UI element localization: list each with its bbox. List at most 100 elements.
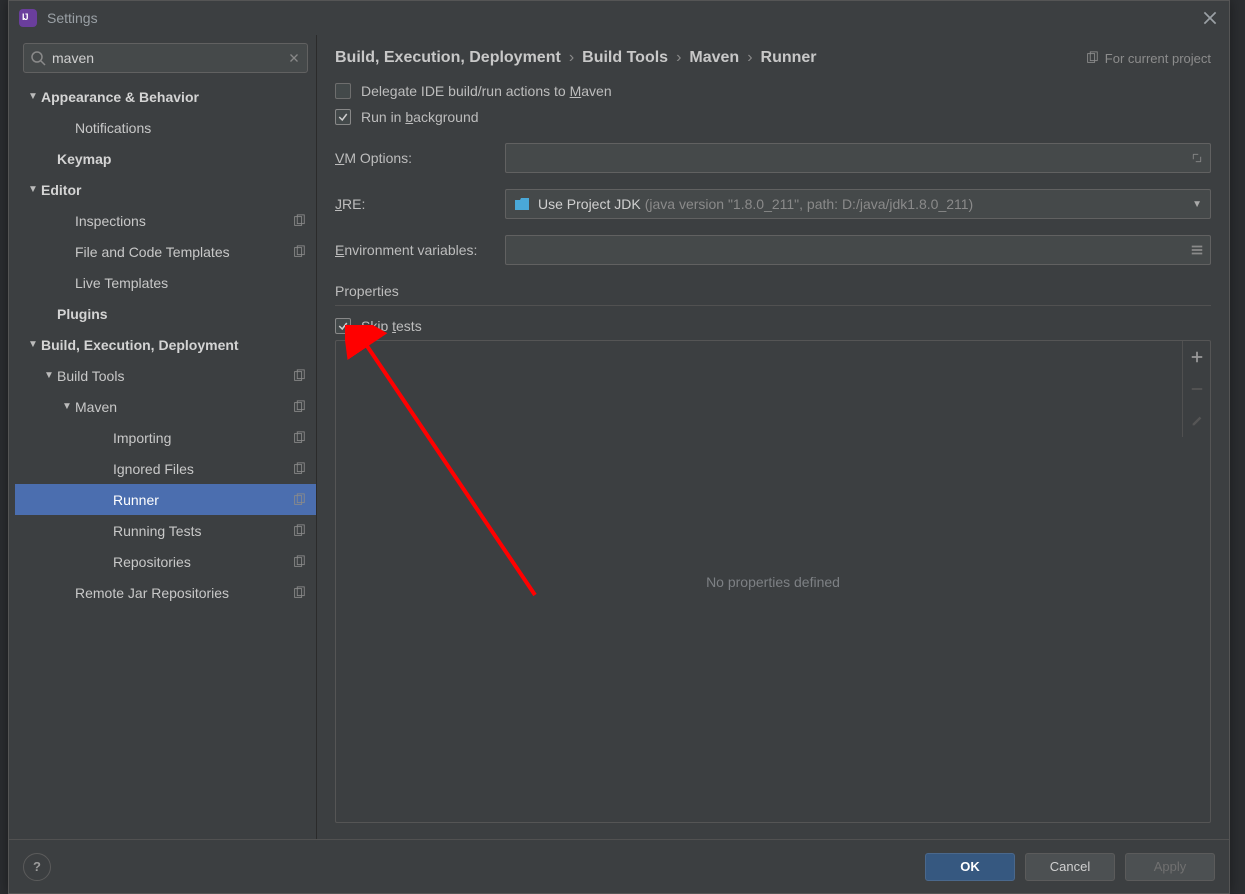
vm-options-row: VM Options: [335,143,1211,173]
env-row: Environment variables: [335,235,1211,265]
copy-icon [292,462,306,476]
copy-icon [292,400,306,414]
project-scope: For current project [1085,51,1211,66]
search-field[interactable] [23,43,308,73]
vm-options-label: VM Options: [335,150,505,166]
copy-icon [292,524,306,538]
run-background-checkbox-row[interactable]: Run in background [335,109,1211,125]
main-panel: Build, Execution, Deployment › Build Tools… [317,35,1229,839]
cancel-button[interactable]: Cancel [1025,853,1115,881]
delegate-label: Delegate IDE build/run actions to Maven [361,83,612,99]
expand-icon[interactable] [1190,151,1204,165]
copy-icon [292,369,306,383]
tree-item[interactable]: Runner [15,484,316,515]
tree-item[interactable]: ▼Appearance & Behavior [15,81,316,112]
copy-icon [292,493,306,507]
skip-tests-label: Skip tests [361,318,422,334]
tree-item[interactable]: Keymap [15,143,316,174]
tree-item-label: Keymap [57,151,306,167]
separator [335,305,1211,306]
chevron-down-icon: ▼ [1192,199,1202,210]
tree-item-label: Build Tools [57,368,292,384]
titlebar: Settings [9,1,1229,35]
jre-value: Use Project JDK [538,196,641,212]
jre-row: JRE: Use Project JDK (java version "1.8.… [335,189,1211,219]
add-button[interactable] [1183,341,1211,373]
tree-item[interactable]: ▼Maven [15,391,316,422]
tree-item-label: Runner [113,492,292,508]
tree-item[interactable]: Repositories [15,546,316,577]
tree-item[interactable]: ▼Editor [15,174,316,205]
tree-item-label: Repositories [113,554,292,570]
breadcrumb-segment[interactable]: Build Tools [582,49,668,67]
tree-item[interactable]: Live Templates [15,267,316,298]
chevron-down-icon: ▼ [25,184,41,195]
skip-tests-checkbox-row[interactable]: Skip tests [335,318,1211,334]
search-icon [30,50,46,66]
jre-detail: (java version "1.8.0_211", path: D:/java… [645,196,974,212]
chevron-down-icon: ▼ [25,91,41,102]
dialog-footer: ? OK Cancel Apply [9,839,1229,893]
breadcrumb-separator: › [569,49,574,67]
copy-icon [292,431,306,445]
env-field[interactable] [505,235,1211,265]
tree-item[interactable]: Running Tests [15,515,316,546]
jre-select[interactable]: Use Project JDK (java version "1.8.0_211… [505,189,1211,219]
breadcrumb-separator: › [676,49,681,67]
settings-dialog: Settings ▼Appearance & BehaviorNotificat… [8,0,1230,894]
properties-toolbar [1182,341,1210,437]
tree-item-label: Plugins [57,306,306,322]
sidebar: ▼Appearance & BehaviorNotifications Keyma… [15,35,317,839]
chevron-down-icon: ▼ [41,370,57,381]
tree-item-label: Build, Execution, Deployment [41,337,306,353]
folder-icon [514,197,530,211]
ok-button[interactable]: OK [925,853,1015,881]
delegate-checkbox-row[interactable]: Delegate IDE build/run actions to Maven [335,83,1211,99]
checkbox-checked-icon[interactable] [335,318,351,334]
copy-icon [292,245,306,259]
breadcrumb-segment[interactable]: Maven [689,49,739,67]
checkbox-checked-icon[interactable] [335,109,351,125]
tree-item-label: Importing [113,430,292,446]
help-button[interactable]: ? [23,853,51,881]
tree-item-label: Remote Jar Repositories [75,585,292,601]
tree-item-label: Inspections [75,213,292,229]
copy-icon [292,586,306,600]
checkbox-unchecked-icon[interactable] [335,83,351,99]
tree-item[interactable]: File and Code Templates [15,236,316,267]
jre-label: JRE: [335,196,505,212]
tree-item[interactable]: Plugins [15,298,316,329]
chevron-down-icon: ▼ [25,339,41,350]
tree-item[interactable]: Notifications [15,112,316,143]
breadcrumb-segment[interactable]: Build, Execution, Deployment [335,49,561,67]
tree-item-label: Editor [41,182,306,198]
properties-table[interactable]: No properties defined [335,340,1211,823]
clear-icon[interactable] [287,51,301,65]
window-title: Settings [47,10,98,26]
tree-item[interactable]: ▼Build Tools [15,360,316,391]
scope-label: For current project [1105,51,1211,66]
settings-tree[interactable]: ▼Appearance & BehaviorNotifications Keyma… [15,81,316,839]
apply-button[interactable]: Apply [1125,853,1215,881]
remove-button[interactable] [1183,373,1211,405]
copy-icon [292,555,306,569]
search-input[interactable] [52,50,287,66]
tree-item[interactable]: Importing [15,422,316,453]
tree-item[interactable]: Remote Jar Repositories [15,577,316,608]
breadcrumb: Build, Execution, Deployment › Build Tools… [335,49,817,67]
tree-item[interactable]: Ignored Files [15,453,316,484]
vm-options-field[interactable] [505,143,1211,173]
properties-title: Properties [335,283,1211,299]
close-icon[interactable] [1201,9,1219,27]
tree-item-label: Ignored Files [113,461,292,477]
chevron-down-icon: ▼ [59,401,75,412]
tree-item[interactable]: ▼Build, Execution, Deployment [15,329,316,360]
run-background-label: Run in background [361,109,479,125]
tree-item-label: Running Tests [113,523,292,539]
list-icon[interactable] [1190,243,1204,257]
tree-item[interactable]: Inspections [15,205,316,236]
env-label: Environment variables: [335,242,505,258]
copy-icon [1085,51,1099,65]
edit-button[interactable] [1183,405,1211,437]
tree-item-label: File and Code Templates [75,244,292,260]
